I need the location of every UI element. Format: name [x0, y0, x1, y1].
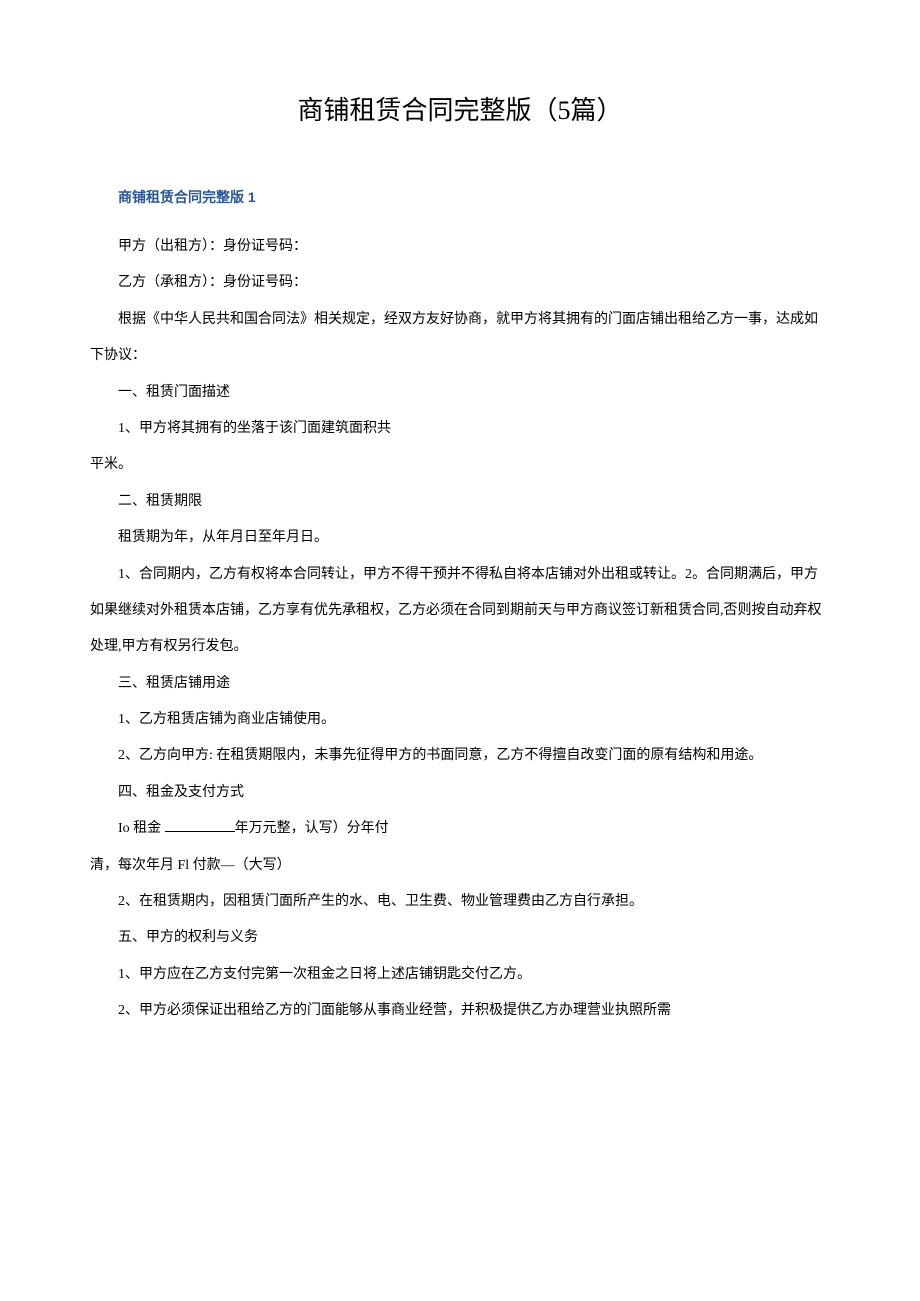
- paragraph: Io 租金 年万元整，认写）分年付: [90, 811, 830, 847]
- paragraph: 租赁期为年，从年月日至年月日。: [90, 520, 830, 556]
- paragraph: 1、甲方将其拥有的坐落于该门面建筑面积共: [90, 411, 830, 447]
- paragraph: 四、租金及支付方式: [90, 775, 830, 811]
- paragraph: 甲方（出租方）：身份证号码：: [90, 229, 830, 265]
- text-fragment: 年万元整，认写）分年付: [235, 821, 389, 836]
- document-page: 商铺租赁合同完整版（5篇） 商铺租赁合同完整版 1 甲方（出租方）：身份证号码：…: [0, 0, 920, 1090]
- paragraph: 五、甲方的权利与义务: [90, 920, 830, 956]
- paragraph: 2、在租赁期内，因租赁门面所产生的水、电、卫生费、物业管理费由乙方自行承担。: [90, 884, 830, 920]
- paragraph: 2、甲方必须保证出租给乙方的门面能够从事商业经营，并积极提供乙方办理营业执照所需: [90, 993, 830, 1029]
- text-fragment: Io 租金: [118, 821, 165, 836]
- paragraph: 1、甲方应在乙方支付完第一次租金之日将上述店铺钥匙交付乙方。: [90, 957, 830, 993]
- paragraph: 1、合同期内，乙方有权将本合同转让，甲方不得干预并不得私自将本店铺对外出租或转让…: [90, 557, 830, 666]
- paragraph: 二、租赁期限: [90, 484, 830, 520]
- paragraph: 一、租赁门面描述: [90, 375, 830, 411]
- paragraph: 清，每次年月 Fl 付款—（大写）: [90, 848, 830, 884]
- paragraph: 平米。: [90, 447, 830, 483]
- paragraph: 2、乙方向甲方: 在租赁期限内，未事先征得甲方的书面同意，乙方不得擅自改变门面的…: [90, 738, 830, 774]
- blank-line: [165, 831, 235, 832]
- paragraph: 1、乙方租赁店铺为商业店铺使用。: [90, 702, 830, 738]
- document-title: 商铺租赁合同完整版（5篇）: [90, 90, 830, 127]
- paragraph: 乙方（承租方）：身份证号码：: [90, 265, 830, 301]
- paragraph: 根据《中华人民共和国合同法》相关规定，经双方友好协商，就甲方将其拥有的门面店铺出…: [90, 302, 830, 375]
- section-subheading: 商铺租赁合同完整版 1: [90, 187, 830, 207]
- paragraph: 三、租赁店铺用途: [90, 666, 830, 702]
